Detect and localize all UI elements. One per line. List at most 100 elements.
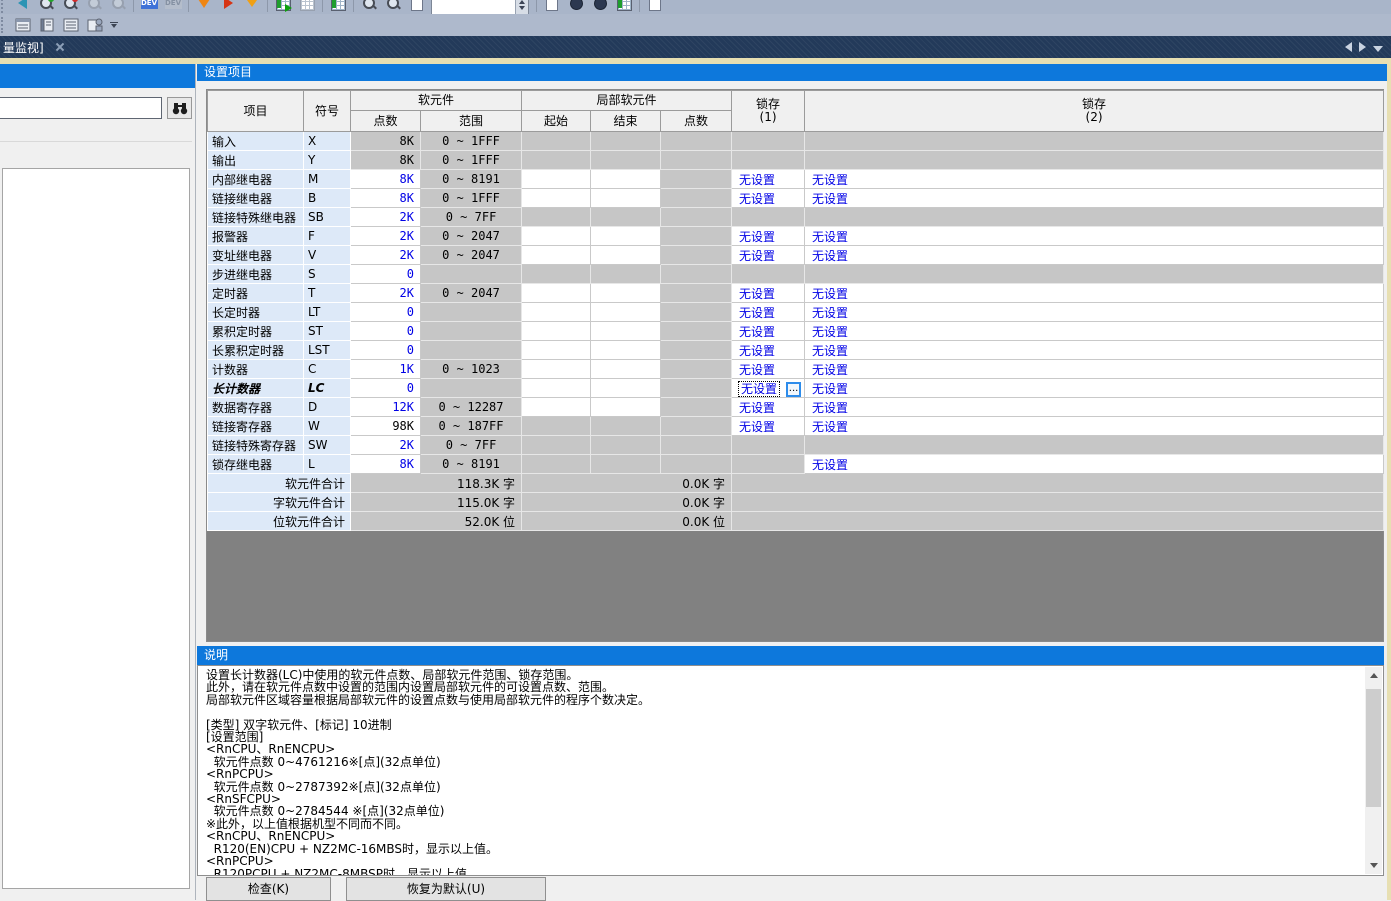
cell-points-F[interactable]: 2K <box>351 227 421 246</box>
cell-item-X[interactable]: 输入 <box>208 132 304 151</box>
restore-default-button[interactable]: 恢复为默认(U) <box>346 877 546 901</box>
cell-latch2-B[interactable]: 无设置 <box>805 189 1384 208</box>
label-person-icon[interactable] <box>83 15 107 35</box>
cell-symbol-B[interactable]: B <box>304 189 351 208</box>
latch-detail-ellipsis-button[interactable]: ... <box>786 382 801 397</box>
watch-window-icon[interactable] <box>11 15 35 35</box>
monitor-start-icon[interactable] <box>271 0 295 13</box>
tab-list-dropdown-icon[interactable] <box>1373 46 1383 52</box>
cell-end-V[interactable] <box>591 246 661 265</box>
cell-latch1-W[interactable]: 无设置 <box>732 417 805 436</box>
zoom-in-icon[interactable] <box>357 0 381 13</box>
cell-latch1-C[interactable]: 无设置 <box>732 360 805 379</box>
zoom-level-combo[interactable] <box>431 0 529 14</box>
cell-end-M[interactable] <box>591 170 661 189</box>
cell-latch2-ST[interactable]: 无设置 <box>805 322 1384 341</box>
cell-latch1-B[interactable]: 无设置 <box>732 189 805 208</box>
cell-latch1-V[interactable]: 无设置 <box>732 246 805 265</box>
cell-points-M[interactable]: 8K <box>351 170 421 189</box>
cell-item-F[interactable]: 报警器 <box>208 227 304 246</box>
cell-latch2-V[interactable]: 无设置 <box>805 246 1384 265</box>
cell-symbol-Y[interactable]: Y <box>304 151 351 170</box>
cell-symbol-X[interactable]: X <box>304 132 351 151</box>
record2-icon[interactable] <box>588 0 612 13</box>
cell-latch2-M[interactable]: 无设置 <box>805 170 1384 189</box>
cell-symbol-LT[interactable]: LT <box>304 303 351 322</box>
spinner-updown-icon[interactable] <box>515 0 528 14</box>
cell-points-V[interactable]: 2K <box>351 246 421 265</box>
cell-symbol-M[interactable]: M <box>304 170 351 189</box>
cell-points-C[interactable]: 1K <box>351 360 421 379</box>
cell-symbol-C[interactable]: C <box>304 360 351 379</box>
cell-symbol-L[interactable]: L <box>304 455 351 474</box>
cell-symbol-LC[interactable]: LC <box>304 379 351 398</box>
cell-start-B[interactable] <box>522 189 591 208</box>
cell-item-LST[interactable]: 长累积定时器 <box>208 341 304 360</box>
cell-item-B[interactable]: 链接继电器 <box>208 189 304 208</box>
cell-item-Y[interactable]: 输出 <box>208 151 304 170</box>
cell-points-W[interactable]: 98K <box>351 417 421 436</box>
cell-latch2-W[interactable]: 无设置 <box>805 417 1384 436</box>
cell-points-ST[interactable]: 0 <box>351 322 421 341</box>
cell-latch1-LST[interactable]: 无设置 <box>732 341 805 360</box>
cell-latch1-F[interactable]: 无设置 <box>732 227 805 246</box>
cell-end-C[interactable] <box>591 360 661 379</box>
record-icon[interactable] <box>564 0 588 13</box>
cell-symbol-ST[interactable]: ST <box>304 322 351 341</box>
cell-points-B[interactable]: 8K <box>351 189 421 208</box>
cell-item-L[interactable]: 锁存继电器 <box>208 455 304 474</box>
cell-end-LT[interactable] <box>591 303 661 322</box>
cell-end-ST[interactable] <box>591 322 661 341</box>
cell-item-D[interactable]: 数据寄存器 <box>208 398 304 417</box>
cell-latch2-LC[interactable]: 无设置 <box>805 379 1384 398</box>
cell-item-T[interactable]: 定时器 <box>208 284 304 303</box>
cell-points-LT[interactable]: 0 <box>351 303 421 322</box>
cell-item-LC[interactable]: 长计数器 <box>208 379 304 398</box>
cell-start-LST[interactable] <box>522 341 591 360</box>
cell-points-SB[interactable]: 2K <box>351 208 421 227</box>
verify-icon[interactable] <box>240 0 264 13</box>
tab-batch-monitor[interactable]: 量监视] <box>0 39 50 56</box>
cell-latch1-D[interactable]: 无设置 <box>732 398 805 417</box>
refresh-icon[interactable] <box>540 0 564 13</box>
cell-end-F[interactable] <box>591 227 661 246</box>
cell-latch1-LT[interactable]: 无设置 <box>732 303 805 322</box>
toolbar-overflow-icon[interactable] <box>107 15 121 35</box>
cell-start-LC[interactable] <box>522 379 591 398</box>
cell-start-M[interactable] <box>522 170 591 189</box>
write-icon[interactable] <box>216 0 240 13</box>
tab-scroll-left-icon[interactable] <box>1345 42 1352 52</box>
cell-points-L[interactable]: 8K <box>351 455 421 474</box>
cell-symbol-D[interactable]: D <box>304 398 351 417</box>
cell-latch2-LT[interactable]: 无设置 <box>805 303 1384 322</box>
cell-item-LT[interactable]: 长定时器 <box>208 303 304 322</box>
zoom-out-icon[interactable] <box>381 0 405 13</box>
cell-latch2-L[interactable]: 无设置 <box>805 455 1384 474</box>
download-icon[interactable] <box>192 0 216 13</box>
cell-symbol-LST[interactable]: LST <box>304 341 351 360</box>
cell-latch2-F[interactable]: 无设置 <box>805 227 1384 246</box>
cell-item-SW[interactable]: 链接特殊寄存器 <box>208 436 304 455</box>
cell-end-D[interactable] <box>591 398 661 417</box>
find-button[interactable] <box>167 97 192 119</box>
tab-close-icon[interactable] <box>54 41 66 53</box>
cell-latch2-T[interactable]: 无设置 <box>805 284 1384 303</box>
cell-start-ST[interactable] <box>522 322 591 341</box>
watch-grid-icon[interactable] <box>326 0 350 13</box>
cell-start-V[interactable] <box>522 246 591 265</box>
cell-end-LST[interactable] <box>591 341 661 360</box>
scrollbar-thumb[interactable] <box>1366 689 1381 807</box>
cell-item-M[interactable]: 内部继电器 <box>208 170 304 189</box>
cell-symbol-SW[interactable]: SW <box>304 436 351 455</box>
cell-start-D[interactable] <box>522 398 591 417</box>
cell-start-C[interactable] <box>522 360 591 379</box>
latch-setting-link-selected[interactable]: 无设置 <box>739 382 779 396</box>
cell-points-S[interactable]: 0 <box>351 265 421 284</box>
cell-points-LC[interactable]: 0 <box>351 379 421 398</box>
cell-item-C[interactable]: 计数器 <box>208 360 304 379</box>
search-input[interactable] <box>0 98 165 120</box>
cell-start-F[interactable] <box>522 227 591 246</box>
cell-points-LST[interactable]: 0 <box>351 341 421 360</box>
zoom-out-red-icon[interactable] <box>58 0 82 13</box>
cell-item-W[interactable]: 链接寄存器 <box>208 417 304 436</box>
